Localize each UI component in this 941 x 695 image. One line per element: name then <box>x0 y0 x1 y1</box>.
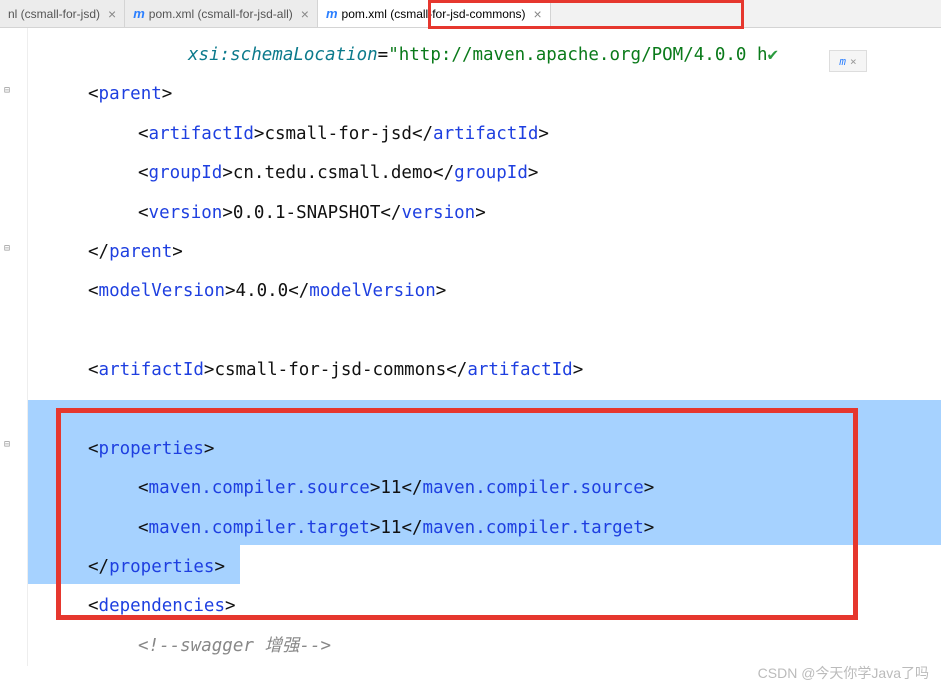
close-icon[interactable]: × <box>534 6 542 22</box>
maven-icon: m <box>133 6 145 21</box>
code-line: <artifactId>csmall-for-jsd-commons</arti… <box>30 351 941 390</box>
tab-label: pom.xml (csmall-for-jsd-commons) <box>342 7 526 21</box>
tab-label: pom.xml (csmall-for-jsd-all) <box>149 7 293 21</box>
code-line: <modelVersion>4.0.0</modelVersion> <box>30 272 941 311</box>
editor-tabs: nl (csmall-for-jsd) × m pom.xml (csmall-… <box>0 0 941 28</box>
code-line: xsi:schemaLocation="http://maven.apache.… <box>30 36 941 75</box>
code-line: </parent> <box>30 233 941 272</box>
code-line: <maven.compiler.target>11</maven.compile… <box>30 509 941 548</box>
code-line: <version>0.0.1-SNAPSHOT</version> <box>30 194 941 233</box>
maven-icon: m <box>326 6 338 21</box>
close-icon[interactable]: × <box>108 6 116 22</box>
tab-csmall-for-jsd[interactable]: nl (csmall-for-jsd) × <box>0 0 125 27</box>
code-line-empty <box>30 390 941 429</box>
code-line-empty <box>30 312 941 351</box>
code-editor[interactable]: ⊟ ⊟ ⊟ xsi:schemaLocation="http://maven.a… <box>0 28 941 666</box>
gutter: ⊟ ⊟ ⊟ <box>0 28 28 666</box>
code-line: <artifactId>csmall-for-jsd</artifactId> <box>30 115 941 154</box>
code-line: <maven.compiler.source>11</maven.compile… <box>30 469 941 508</box>
tab-label: nl (csmall-for-jsd) <box>8 7 100 21</box>
tab-pom-commons[interactable]: m pom.xml (csmall-for-jsd-commons) × <box>318 0 551 27</box>
watermark: CSDN @今天你学Java了吗 <box>758 663 929 683</box>
fold-icon[interactable]: ⊟ <box>4 434 22 444</box>
close-icon[interactable]: × <box>301 6 309 22</box>
fold-icon[interactable]: ⊟ <box>4 238 22 248</box>
code-line: <dependencies> <box>30 587 941 626</box>
code-line: <properties> <box>30 430 941 469</box>
code-line: <parent> <box>30 75 941 114</box>
code-line: </properties> <box>30 548 941 587</box>
check-icon: ✔ <box>768 45 779 65</box>
fold-icon[interactable]: ⊟ <box>4 80 22 90</box>
code-line: <!--swagger 增强--> <box>30 627 941 666</box>
tab-pom-all[interactable]: m pom.xml (csmall-for-jsd-all) × <box>125 0 318 27</box>
code-line: <groupId>cn.tedu.csmall.demo</groupId> <box>30 154 941 193</box>
